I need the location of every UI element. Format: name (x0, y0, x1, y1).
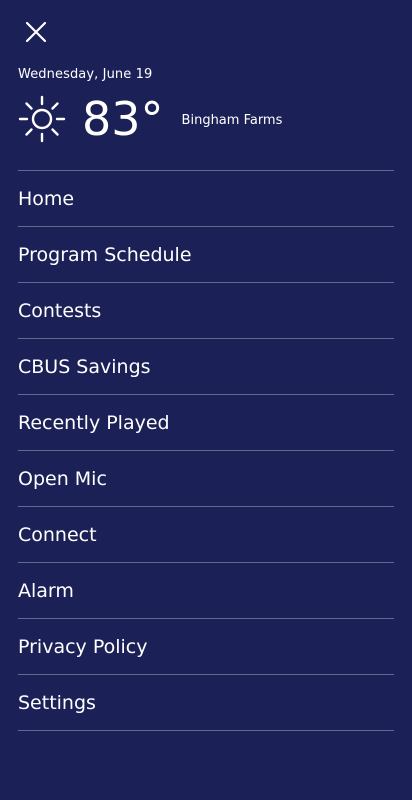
menu-item-program-schedule[interactable]: Program Schedule (18, 227, 394, 283)
sun-icon (18, 95, 66, 143)
menu-item-label: Program Schedule (18, 243, 192, 266)
menu-item-label: Privacy Policy (18, 635, 148, 658)
weather-widget: 83° Bingham Farms (18, 92, 282, 146)
temperature: 83° (82, 92, 164, 146)
menu-item-contests[interactable]: Contests (18, 283, 394, 339)
menu-item-label: Recently Played (18, 411, 170, 434)
menu-item-home[interactable]: Home (18, 171, 394, 227)
close-button[interactable] (18, 14, 54, 50)
menu-item-label: Settings (18, 691, 96, 714)
current-date: Wednesday, June 19 (18, 67, 153, 82)
menu-item-label: Contests (18, 299, 102, 322)
menu-item-label: Open Mic (18, 467, 107, 490)
menu-item-cbus-savings[interactable]: CBUS Savings (18, 339, 394, 395)
menu-item-alarm[interactable]: Alarm (18, 563, 394, 619)
menu-item-label: Connect (18, 523, 97, 546)
menu-item-label: Alarm (18, 579, 74, 602)
menu-item-settings[interactable]: Settings (18, 675, 394, 731)
menu-item-connect[interactable]: Connect (18, 507, 394, 563)
menu-item-open-mic[interactable]: Open Mic (18, 451, 394, 507)
menu-item-label: Home (18, 187, 75, 210)
menu-item-privacy-policy[interactable]: Privacy Policy (18, 619, 394, 675)
close-icon (25, 21, 47, 43)
navigation-menu: Home Program Schedule Contests CBUS Savi… (18, 170, 394, 731)
menu-item-recently-played[interactable]: Recently Played (18, 395, 394, 451)
weather-location: Bingham Farms (181, 112, 283, 128)
menu-item-label: CBUS Savings (18, 355, 151, 378)
